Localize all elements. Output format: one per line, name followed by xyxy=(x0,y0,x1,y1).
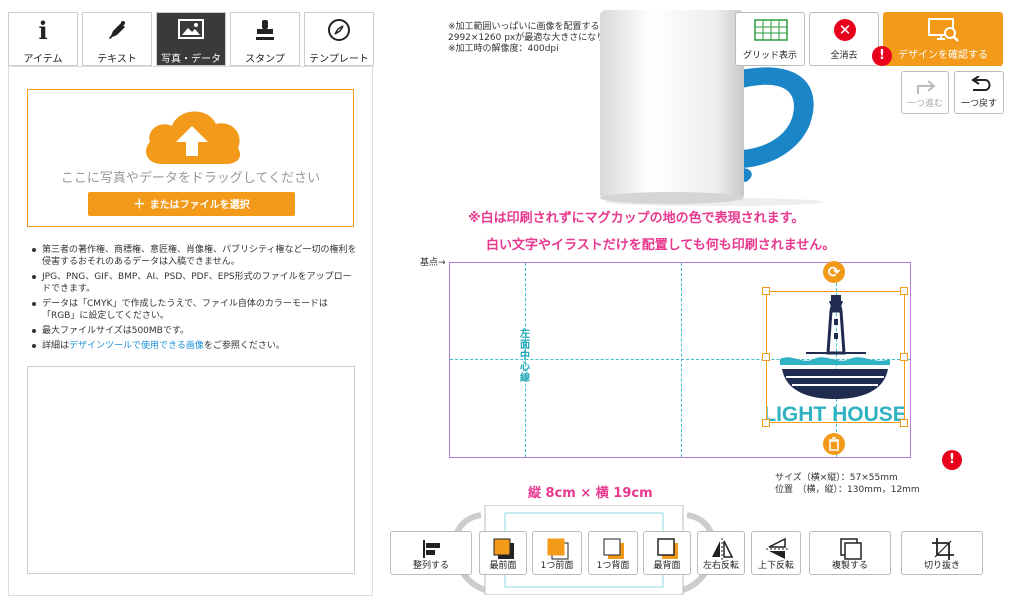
redo-label: 一つ進む xyxy=(906,99,943,109)
compass-icon xyxy=(305,18,373,44)
select-file-button[interactable]: ＋ またはファイルを選択 xyxy=(88,192,295,216)
duplicate-label: 複製する xyxy=(831,561,868,571)
confirm-design-button[interactable]: デザインを確認する xyxy=(883,12,1003,66)
resize-handle[interactable] xyxy=(762,419,770,427)
clear-all-label: 全消去 xyxy=(830,51,858,61)
stamp-icon xyxy=(231,18,299,44)
align-label: 整列する xyxy=(412,561,449,571)
pen-icon xyxy=(83,18,151,44)
tab-label: アイテム xyxy=(23,54,63,65)
upload-dropzone[interactable]: ここに写真やデータをドラッグしてください ＋ またはファイルを選択 xyxy=(27,89,354,227)
center-line-label: 左面中心線 xyxy=(520,329,530,384)
note-prefix: 詳細は xyxy=(42,341,70,351)
flip-vertical-button[interactable]: 上下反転 xyxy=(751,531,801,575)
send-to-back-button[interactable]: 最背面 xyxy=(643,531,691,575)
note-suffix: をご参照ください。 xyxy=(203,341,285,351)
confirm-design-label: デザインを確認する xyxy=(898,50,988,61)
send-backward-label: 1つ背面 xyxy=(596,561,630,571)
tab-template[interactable]: テンプレート xyxy=(304,12,374,66)
origin-label: 基点→ xyxy=(420,258,446,268)
tab-item[interactable]: i アイテム xyxy=(8,12,78,66)
crop-button[interactable]: 切り抜き xyxy=(901,531,983,575)
white-warning-line2: 白い文字やイラストだけを配置しても何も印刷されません。 xyxy=(486,238,836,253)
tab-label: テキスト xyxy=(97,54,137,65)
info-icon: i xyxy=(38,16,48,45)
drop-instruction: ここに写真やデータをドラッグしてください xyxy=(60,171,321,186)
image-icon xyxy=(157,18,225,44)
bring-to-front-button[interactable]: 最前面 xyxy=(479,531,527,575)
cloud-upload-icon xyxy=(140,106,244,170)
flip-vertical-label: 上下反転 xyxy=(757,561,794,571)
position-info: 位置 （横，縦）：130mm，12mm xyxy=(775,485,920,495)
resize-handle[interactable] xyxy=(900,353,908,361)
resize-handle[interactable] xyxy=(900,419,908,427)
alert-icon: ! xyxy=(872,46,892,66)
redo-button[interactable]: 一つ進む xyxy=(901,71,949,114)
note-item: 最大ファイルサイズは500MBです。 xyxy=(30,325,360,337)
trash-icon[interactable] xyxy=(823,433,845,455)
close-icon: ✕ xyxy=(834,19,856,41)
undo-label: 一つ戻す xyxy=(960,99,997,109)
undo-button[interactable]: 一つ戻す xyxy=(954,71,1004,114)
flip-horizontal-label: 左右反転 xyxy=(702,561,739,571)
clear-all-button[interactable]: ✕ 全消去 xyxy=(809,12,879,66)
tab-label: 写真・データ xyxy=(161,54,221,65)
uploaded-images-area xyxy=(27,366,355,574)
flip-horizontal-button[interactable]: 左右反転 xyxy=(697,531,745,575)
rotate-icon[interactable]: ⟳ xyxy=(823,261,845,283)
grid-toggle-label: グリッド表示 xyxy=(742,51,797,61)
select-file-label: またはファイルを選択 xyxy=(149,200,250,211)
note-item: 第三者の著作権、商標権、意匠権、肖像権、パブリシティ権など一切の権利を侵害するお… xyxy=(30,244,360,268)
monitor-search-icon xyxy=(927,17,959,47)
resize-handle[interactable] xyxy=(762,353,770,361)
crop-label: 切り抜き xyxy=(923,561,960,571)
bring-to-front-label: 最前面 xyxy=(489,561,517,571)
grid-icon xyxy=(754,19,788,45)
send-to-back-label: 最背面 xyxy=(653,561,681,571)
send-backward-button[interactable]: 1つ背面 xyxy=(588,531,638,575)
bring-forward-label: 1つ前面 xyxy=(540,561,574,571)
tab-label: スタンプ xyxy=(245,54,285,65)
upload-notes: 第三者の著作権、商標権、意匠権、肖像権、パブリシティ権など一切の権利を侵害するお… xyxy=(30,244,360,355)
tab-photo-data[interactable]: 写真・データ xyxy=(156,12,226,66)
plus-icon: ＋ xyxy=(133,197,150,211)
resize-handle[interactable] xyxy=(900,287,908,295)
resize-handle[interactable] xyxy=(762,287,770,295)
white-warning-line1: ※白は印刷されずにマグカップの地の色で表現されます。 xyxy=(468,211,805,226)
grid-toggle-button[interactable]: グリッド表示 xyxy=(735,12,805,66)
note-item: 詳細はデザインツールで使用できる画像をご参照ください。 xyxy=(30,340,360,352)
tab-text[interactable]: テキスト xyxy=(82,12,152,66)
guide-line xyxy=(681,263,682,457)
selection-frame xyxy=(766,291,905,423)
tab-label: テンプレート xyxy=(309,54,369,65)
bring-forward-button[interactable]: 1つ前面 xyxy=(532,531,582,575)
duplicate-button[interactable]: 複製する xyxy=(809,531,891,575)
tab-stamp[interactable]: スタンプ xyxy=(230,12,300,66)
alert-icon: ! xyxy=(942,450,962,470)
print-area-dimension: 縦 8cm × 横 19cm xyxy=(528,486,653,501)
note-item: データは「CMYK」で作成したうえで、ファイル自体のカラーモードは「RGB」に設… xyxy=(30,298,360,322)
note-item: JPG、PNG、GIF、BMP、AI、PSD、PDF、EPS形式のファイルをアッ… xyxy=(30,271,360,295)
image-guide-link[interactable]: デザインツールで使用できる画像 xyxy=(69,341,204,351)
align-button[interactable]: 整列する xyxy=(390,531,472,575)
